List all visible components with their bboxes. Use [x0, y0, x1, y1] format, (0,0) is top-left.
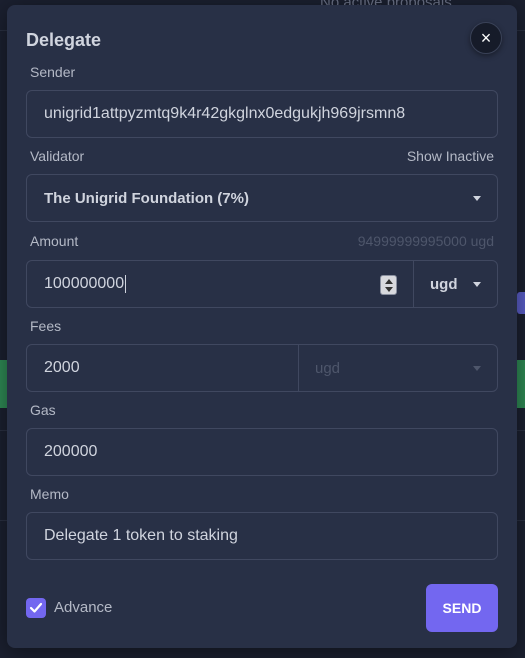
- gas-value: 200000: [44, 443, 98, 460]
- checkmark-icon: [29, 602, 43, 613]
- memo-input[interactable]: Delegate 1 token to staking: [26, 512, 498, 560]
- fees-group: 2000 ugd: [26, 344, 498, 392]
- amount-input[interactable]: 100000000: [44, 274, 127, 293]
- sender-field[interactable]: unigrid1attpyzmtq9k4r42gkglnx0edgukjh969…: [26, 90, 498, 138]
- show-inactive-toggle[interactable]: Show Inactive: [407, 148, 494, 164]
- sender-value: unigrid1attpyzmtq9k4r42gkglnx0edgukjh969…: [44, 105, 406, 122]
- chevron-down-icon: [473, 366, 481, 371]
- delegate-modal: Delegate × Sender unigrid1attpyzmtq9k4r4…: [7, 5, 517, 648]
- advance-label[interactable]: Advance: [54, 599, 112, 616]
- gas-label: Gas: [30, 402, 56, 418]
- advance-checkbox[interactable]: [26, 598, 46, 618]
- send-button[interactable]: SEND: [426, 584, 498, 632]
- close-icon: ×: [480, 28, 492, 48]
- fees-label: Fees: [30, 318, 62, 334]
- memo-value: Delegate 1 token to staking: [44, 527, 238, 544]
- amount-label: Amount: [30, 233, 79, 249]
- chevron-down-icon: [473, 282, 481, 287]
- gas-input[interactable]: 200000: [26, 428, 498, 476]
- close-button[interactable]: ×: [470, 22, 502, 54]
- fees-unit-select[interactable]: ugd: [315, 345, 340, 391]
- validator-label: Validator: [30, 148, 85, 164]
- chevron-down-icon: [473, 196, 481, 201]
- validator-select[interactable]: The Unigrid Foundation (7%): [26, 174, 498, 222]
- validator-selected: The Unigrid Foundation (7%): [44, 189, 249, 207]
- stepper-icon[interactable]: [380, 275, 397, 295]
- fees-input[interactable]: 2000: [44, 359, 80, 377]
- sender-label: Sender: [30, 64, 76, 80]
- background-purple-tag: [517, 292, 525, 314]
- amount-group: 100000000 ugd: [26, 260, 498, 308]
- amount-balance[interactable]: 94999999995000 ugd: [358, 233, 494, 249]
- amount-unit-select[interactable]: ugd: [430, 261, 458, 307]
- modal-title: Delegate: [26, 30, 102, 50]
- memo-label: Memo: [30, 486, 69, 502]
